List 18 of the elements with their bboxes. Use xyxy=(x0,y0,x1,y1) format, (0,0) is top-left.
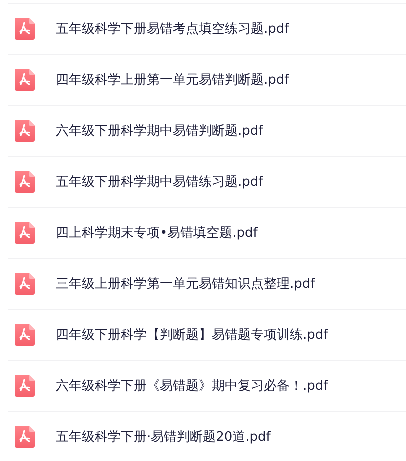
file-name[interactable]: 六年级科学下册《易错题》期中复习必备！.pdf xyxy=(56,377,328,395)
file-name[interactable]: 四上科学期末专项•易错填空题.pdf xyxy=(56,224,258,242)
file-name[interactable]: 三年级上册科学第一单元易错知识点整理.pdf xyxy=(56,275,316,293)
file-name[interactable]: 五年级下册科学期中易错练习题.pdf xyxy=(56,173,264,191)
file-name[interactable]: 六年级下册科学期中易错判断题.pdf xyxy=(56,122,264,140)
pdf-file-icon xyxy=(15,273,35,295)
pdf-file-icon xyxy=(15,171,35,193)
pdf-file-icon xyxy=(15,324,35,346)
file-name[interactable]: 五年级科学下册·易错判断题20道.pdf xyxy=(56,428,271,446)
file-name[interactable]: 四年级下册科学【判断题】易错题专项训练.pdf xyxy=(56,326,328,344)
pdf-file-icon xyxy=(15,426,35,448)
file-name[interactable]: 四年级科学上册第一单元易错判断题.pdf xyxy=(56,71,290,89)
pdf-file-icon xyxy=(15,18,35,40)
file-name[interactable]: 五年级科学下册易错考点填空练习题.pdf xyxy=(56,20,290,38)
pdf-file-icon xyxy=(15,69,35,91)
pdf-file-icon xyxy=(15,375,35,397)
pdf-file-icon xyxy=(15,120,35,142)
pdf-file-icon xyxy=(15,222,35,244)
